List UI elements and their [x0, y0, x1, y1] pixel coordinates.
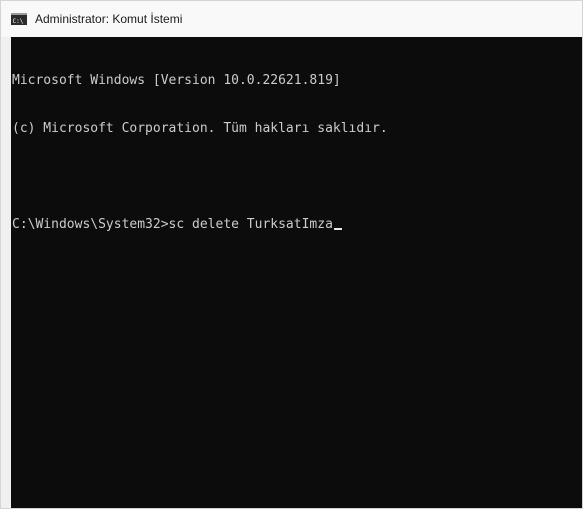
console-line-blank [12, 169, 388, 185]
title-bar[interactable]: C:\ Administrator: Komut İstemi [1, 1, 582, 37]
console-line-version: Microsoft Windows [Version 10.0.22621.81… [12, 73, 341, 88]
console-output: Microsoft Windows [Version 10.0.22621.81… [12, 41, 388, 265]
svg-text:C:\: C:\ [13, 18, 24, 25]
command-prompt-window: C:\ Administrator: Komut İstemi Microsof… [0, 0, 583, 509]
window-left-border [1, 37, 11, 508]
console-prompt-line[interactable]: C:\Windows\System32>sc delete TurksatImz… [12, 217, 388, 233]
cmd-icon: C:\ [11, 13, 27, 25]
console-area[interactable]: Microsoft Windows [Version 10.0.22621.81… [11, 37, 582, 508]
window-title: Administrator: Komut İstemi [35, 12, 183, 26]
text-cursor [333, 228, 342, 230]
console-line-copyright: (c) Microsoft Corporation. Tüm hakları s… [12, 121, 388, 136]
console-command: C:\Windows\System32>sc delete TurksatImz… [12, 217, 333, 232]
